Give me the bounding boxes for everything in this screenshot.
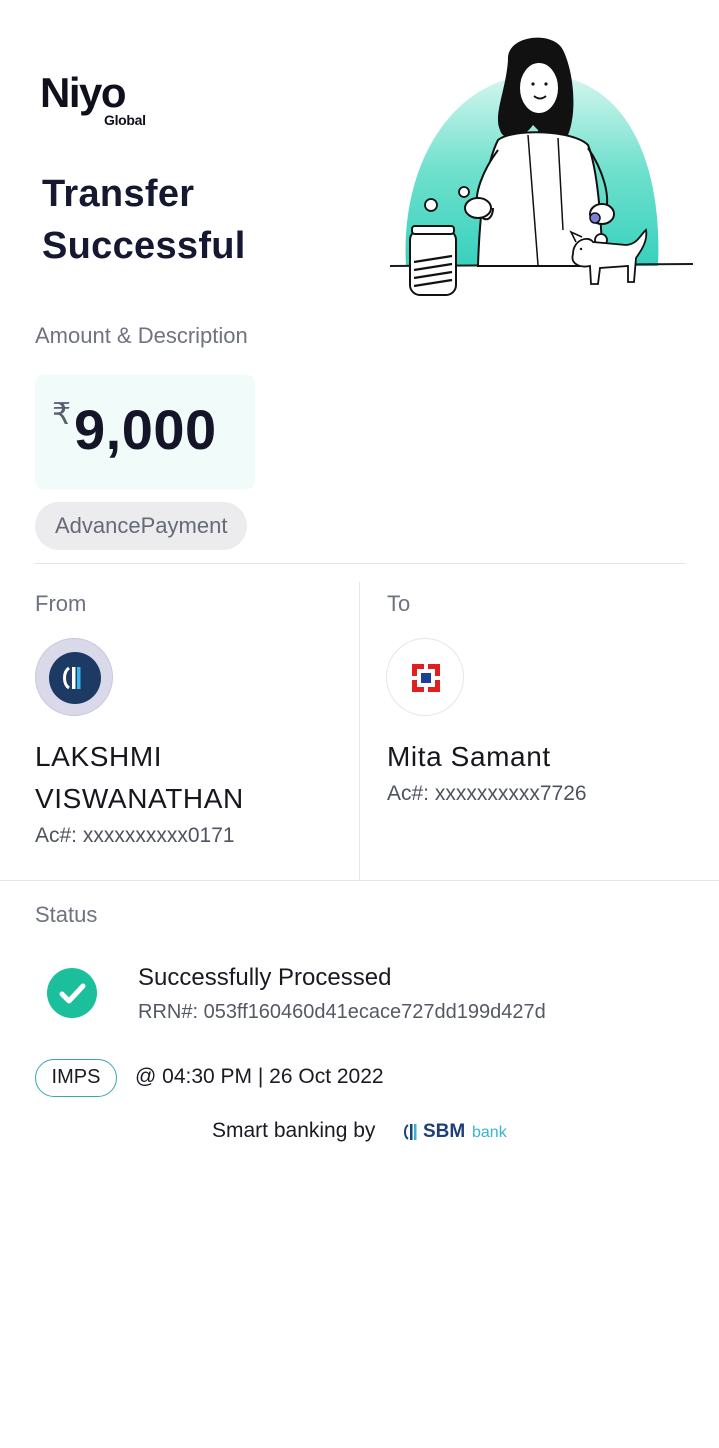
transfer-datetime: @ 04:30 PM | 26 Oct 2022: [135, 1065, 384, 1088]
to-account: Ac#: xxxxxxxxxx7726: [387, 782, 587, 805]
page-title: Transfer Successful: [42, 168, 246, 272]
niyo-logo-sub: Global: [104, 112, 146, 128]
page-title-line2: Successful: [42, 225, 246, 267]
rupee-symbol: ₹: [52, 398, 72, 431]
vertical-divider: [359, 582, 360, 880]
success-illustration: [389, 37, 694, 296]
from-name: LAKSHMI VISWANATHAN: [35, 736, 244, 820]
from-avatar: [35, 638, 113, 716]
check-circle-icon: [47, 968, 97, 1018]
to-label: To: [387, 591, 411, 616]
divider: [0, 880, 719, 881]
to-name: Mita Samant: [387, 741, 551, 772]
status-title: Successfully Processed: [138, 964, 392, 991]
sbm-logo-icon: [404, 1124, 417, 1140]
from-name-line2: VISWANATHAN: [35, 783, 244, 814]
divider: [35, 563, 685, 564]
sbm-brand-text: SBM: [423, 1121, 466, 1142]
page-title-line1: Transfer: [42, 173, 195, 215]
smart-banking-text: Smart banking by: [212, 1119, 376, 1142]
sbm-bank-logo-icon: [49, 652, 101, 704]
status-label: Status: [35, 902, 98, 927]
transfer-amount: 9,000: [74, 398, 217, 461]
niyo-logo: Niyo: [40, 69, 127, 116]
transfer-mode-chip: IMPS: [35, 1059, 117, 1097]
to-avatar: [386, 638, 464, 716]
hdfc-bank-logo-icon: [410, 662, 442, 694]
from-account: Ac#: xxxxxxxxxx0171: [35, 824, 235, 847]
sbm-bank-text: bank: [472, 1124, 507, 1141]
description-chip: AdvancePayment: [35, 502, 248, 550]
amount-section-label: Amount & Description: [35, 323, 248, 348]
from-name-line1: LAKSHMI: [35, 741, 163, 772]
rrn-number: RRN#: 053ff160460d41ecace727dd199d427d: [138, 1001, 546, 1023]
from-label: From: [35, 591, 87, 616]
